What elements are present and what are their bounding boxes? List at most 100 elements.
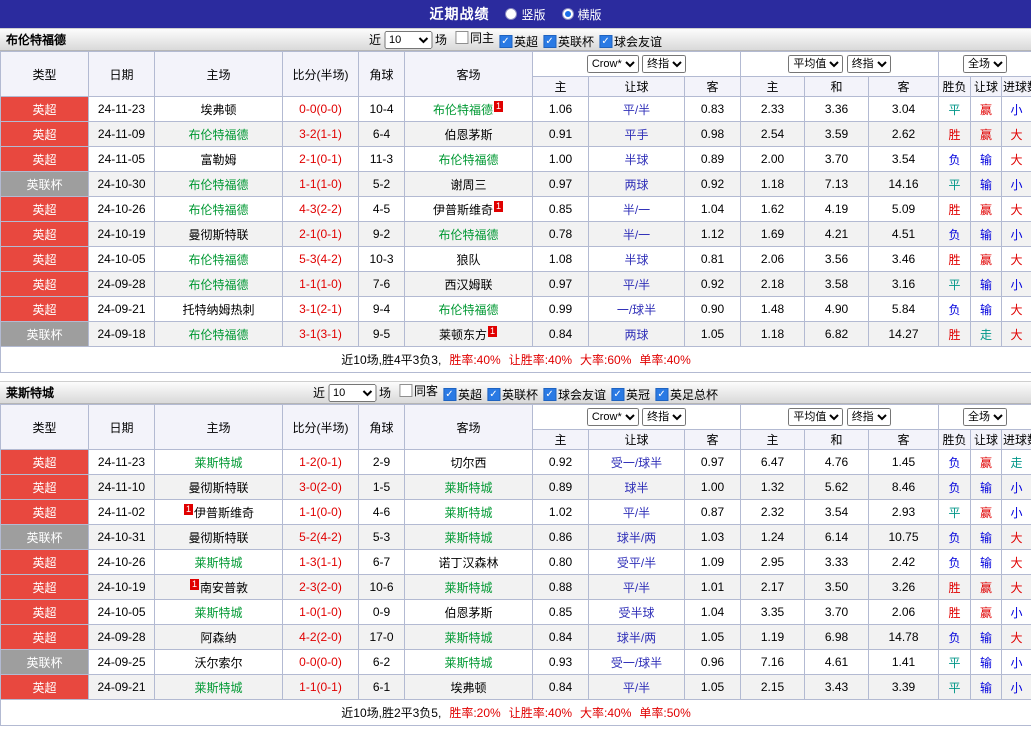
team-name-link[interactable]: 布伦特福德 [188, 178, 248, 192]
filter-checkbox[interactable]: ✓球会友谊 [599, 33, 662, 50]
filter-checkbox[interactable]: ✓英冠 [611, 386, 650, 403]
team-name-link[interactable]: 布伦特福德 [433, 103, 493, 117]
team-name-link[interactable]: 莱斯特城 [194, 681, 242, 695]
handicap-cell: 平/半 [589, 675, 685, 700]
goals-result-cell: 小 [1002, 650, 1031, 675]
filter-checkbox[interactable]: 同客 [399, 382, 438, 399]
wdl-result-cell: 平 [939, 650, 971, 675]
avg-stage-select[interactable]: 终指 [847, 408, 891, 426]
handicap-cell: 半/一 [589, 197, 685, 222]
col-header-score: 比分(半场) [283, 52, 359, 97]
avg-type-select[interactable]: 平均值 [788, 55, 843, 73]
team-name-link[interactable]: 伯恩茅斯 [444, 128, 492, 142]
odds-cell: 0.86 [533, 525, 589, 550]
corner-cell: 4-5 [359, 197, 405, 222]
team-name-link[interactable]: 布伦特福德 [188, 203, 248, 217]
odds-cell: 0.90 [685, 297, 741, 322]
team-name-link[interactable]: 曼彻斯特联 [188, 531, 248, 545]
team-name-link[interactable]: 南安普敦 [200, 581, 248, 595]
match-row: 英超24-11-23埃弗顿0-0(0-0)10-4布伦特福德11.06平/半0.… [1, 97, 1031, 122]
team-name-link[interactable]: 布伦特福德 [188, 328, 248, 342]
filter-checkbox[interactable]: 同主 [455, 29, 494, 46]
team-name-link[interactable]: 莱顿东方 [439, 328, 487, 342]
wdl-result-cell: 负 [939, 222, 971, 247]
match-count-select[interactable]: 10 [328, 384, 376, 402]
team-name-link[interactable]: 莱斯特城 [194, 556, 242, 570]
checkbox-icon[interactable] [399, 384, 412, 397]
team-name-link[interactable]: 布伦特福德 [188, 253, 248, 267]
avg-odds-cell: 4.90 [805, 297, 869, 322]
team-name-link[interactable]: 埃弗顿 [450, 681, 486, 695]
team-name-link[interactable]: 曼彻斯特联 [188, 228, 248, 242]
odds-cell: 1.00 [533, 147, 589, 172]
team-name-link[interactable]: 伊普斯维奇 [194, 506, 254, 520]
team-name-link[interactable]: 莱斯特城 [444, 656, 492, 670]
odds-cell: 0.84 [533, 625, 589, 650]
team-name-link[interactable]: 阿森纳 [200, 631, 236, 645]
score-cell: 1-1(1-0) [283, 172, 359, 197]
team-name-link[interactable]: 布伦特福德 [438, 228, 498, 242]
team-name-link[interactable]: 沃尔索尔 [194, 656, 242, 670]
team-name-link[interactable]: 莱斯特城 [444, 531, 492, 545]
result-scope-select[interactable]: 全场 [963, 55, 1007, 73]
corner-cell: 1-5 [359, 475, 405, 500]
checkbox-icon[interactable]: ✓ [611, 388, 624, 401]
away-team-cell: 伯恩茅斯 [405, 600, 533, 625]
team-name-link[interactable]: 布伦特福德 [188, 278, 248, 292]
checkbox-icon[interactable]: ✓ [443, 388, 456, 401]
team-name-link[interactable]: 西汉姆联 [444, 278, 492, 292]
team-name-link[interactable]: 布伦特福德 [188, 128, 248, 142]
team-name-link[interactable]: 莱斯特城 [444, 581, 492, 595]
radio-icon[interactable] [562, 8, 574, 20]
checkbox-icon[interactable]: ✓ [543, 388, 556, 401]
layout-radio-vertical[interactable]: 竖版 [505, 6, 545, 23]
filter-checkbox[interactable]: ✓英联杯 [543, 33, 594, 50]
team-name-link[interactable]: 莱斯特城 [444, 631, 492, 645]
odds-stage-select[interactable]: 终指 [642, 408, 686, 426]
team-name-link[interactable]: 伯恩茅斯 [444, 606, 492, 620]
team-name-link[interactable]: 富勒姆 [200, 153, 236, 167]
radio-icon[interactable] [505, 8, 517, 20]
team-name-link[interactable]: 托特纳姆热刺 [182, 303, 254, 317]
avg-stage-select[interactable]: 终指 [847, 55, 891, 73]
filter-checkbox[interactable]: ✓英联杯 [487, 386, 538, 403]
team-name-link[interactable]: 切尔西 [450, 456, 486, 470]
avg-odds-cell: 2.06 [741, 247, 805, 272]
result-scope-select[interactable]: 全场 [963, 408, 1007, 426]
layout-radio-horizontal[interactable]: 横版 [562, 6, 602, 23]
filter-checkbox[interactable]: ✓英足总杯 [655, 386, 718, 403]
team-name-link[interactable]: 狼队 [456, 253, 480, 267]
team-name-link[interactable]: 莱斯特城 [194, 606, 242, 620]
match-count-select[interactable]: 10 [384, 31, 432, 49]
odds-company-select[interactable]: Crow* [587, 55, 639, 73]
team-name-link[interactable]: 莱斯特城 [444, 506, 492, 520]
team-name-link[interactable]: 埃弗顿 [200, 103, 236, 117]
avg-odds-cell: 3.58 [805, 272, 869, 297]
handicap-cell: 半球 [589, 147, 685, 172]
odds-cell: 0.81 [685, 247, 741, 272]
avg-type-select[interactable]: 平均值 [788, 408, 843, 426]
checkbox-icon[interactable]: ✓ [655, 388, 668, 401]
team-name-link[interactable]: 布伦特福德 [438, 153, 498, 167]
filter-checkbox[interactable]: ✓英超 [499, 33, 538, 50]
handicap-cell: 球半/两 [589, 625, 685, 650]
team-name-link[interactable]: 伊普斯维奇 [433, 203, 493, 217]
odds-company-select[interactable]: Crow* [587, 408, 639, 426]
team-name-link[interactable]: 莱斯特城 [194, 456, 242, 470]
team-name-link[interactable]: 曼彻斯特联 [188, 481, 248, 495]
checkbox-icon[interactable]: ✓ [543, 35, 556, 48]
checkbox-icon[interactable] [455, 31, 468, 44]
checkbox-icon[interactable]: ✓ [599, 35, 612, 48]
filter-checkbox[interactable]: ✓球会友谊 [543, 386, 606, 403]
team-name-link[interactable]: 谢周三 [450, 178, 486, 192]
team-name-link[interactable]: 布伦特福德 [438, 303, 498, 317]
wdl-result-cell: 胜 [939, 322, 971, 347]
sub-header-odds-away: 客 [685, 430, 741, 450]
odds-stage-select[interactable]: 终指 [642, 55, 686, 73]
checkbox-icon[interactable]: ✓ [499, 35, 512, 48]
checkbox-icon[interactable]: ✓ [487, 388, 500, 401]
filter-checkbox[interactable]: ✓英超 [443, 386, 482, 403]
team-name-link[interactable]: 莱斯特城 [444, 481, 492, 495]
handicap-cell: 受一/球半 [589, 650, 685, 675]
team-name-link[interactable]: 诺丁汉森林 [438, 556, 498, 570]
